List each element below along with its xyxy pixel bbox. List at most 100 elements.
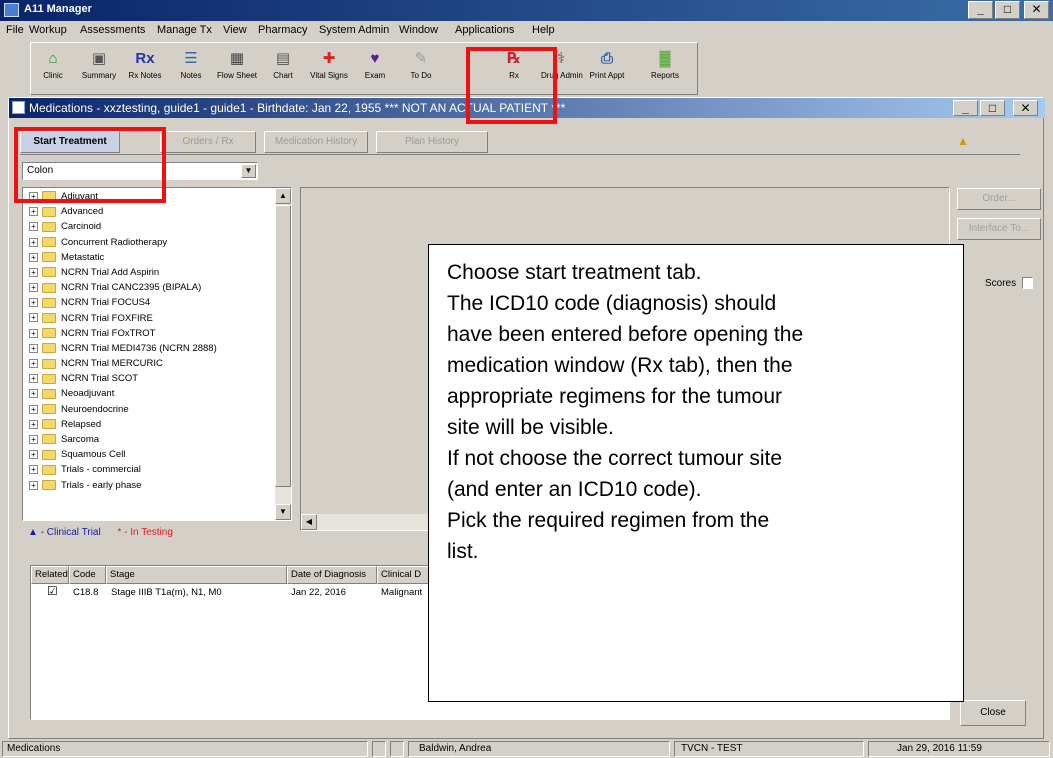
expand-icon[interactable]: + — [29, 222, 38, 232]
grid-header-date[interactable]: Date of Diagnosis — [287, 566, 377, 584]
expand-icon[interactable]: + — [29, 465, 38, 475]
close-button[interactable]: Close — [960, 700, 1026, 726]
expand-icon[interactable]: + — [29, 419, 38, 429]
tree-legend: ▲ - Clinical Trial * - In Testing — [28, 527, 173, 538]
expand-icon[interactable]: + — [29, 298, 38, 308]
toolbar-notes-button[interactable]: ☰ Notes — [171, 49, 211, 80]
tree-item-label: NCRN Trial CANC2395 (BIPALA) — [61, 282, 202, 294]
menu-workup[interactable]: Workup — [29, 24, 67, 36]
expand-icon[interactable]: + — [29, 404, 38, 414]
toolbar-flow-sheet-button[interactable]: ▦ Flow Sheet — [217, 49, 257, 80]
tree-item[interactable]: + NCRN Trial Add Aspirin — [23, 265, 277, 280]
todo-icon: ✎ — [414, 50, 428, 67]
expand-icon[interactable]: + — [29, 389, 38, 399]
med-minimize-button[interactable]: _ — [953, 100, 978, 116]
tree-item[interactable]: + NCRN Trial MEDI4736 (NCRN 2888) — [23, 341, 277, 356]
toolbar-reports-button[interactable]: ▓ Reports — [645, 49, 685, 80]
scroll-thumb[interactable] — [275, 205, 291, 487]
med-maximize-button[interactable]: □ — [980, 100, 1005, 116]
expand-icon[interactable]: + — [29, 237, 38, 247]
tree-scrollbar[interactable]: ▲ ▼ — [275, 188, 291, 520]
tree-item[interactable]: + Neoadjuvant — [23, 386, 277, 401]
grid-header-related[interactable]: Related — [31, 566, 69, 584]
folder-icon — [42, 312, 56, 323]
tree-item[interactable]: + NCRN Trial SCOT — [23, 371, 277, 386]
expand-icon[interactable]: + — [29, 207, 38, 217]
menu-window[interactable]: Window — [399, 24, 438, 36]
menu-assessments[interactable]: Assessments — [80, 24, 145, 36]
tree-item-label: NCRN Trial Add Aspirin — [61, 266, 160, 278]
maximize-button[interactable]: □ — [995, 1, 1020, 19]
expand-icon[interactable]: + — [29, 359, 38, 369]
tree-item-label: NCRN Trial FOxTROT — [61, 327, 156, 339]
grid-header-code[interactable]: Code — [69, 566, 106, 584]
scroll-down-icon[interactable]: ▼ — [275, 504, 291, 520]
scroll-up-icon[interactable]: ▲ — [275, 188, 291, 204]
tree-item-label: NCRN Trial FOCUS4 — [61, 297, 151, 309]
tree-item[interactable]: + Concurrent Radiotherapy — [23, 235, 277, 250]
menu-pharmacy[interactable]: Pharmacy — [258, 24, 308, 36]
toolbar-print-appt-button[interactable]: ⎙ Print Appt — [587, 49, 627, 80]
tree-item[interactable]: + Relapsed — [23, 417, 277, 432]
chevron-down-icon[interactable]: ▼ — [241, 164, 256, 178]
expand-icon[interactable]: + — [29, 328, 38, 338]
minimize-button[interactable]: _ — [968, 1, 993, 19]
close-window-button[interactable]: ✕ — [1024, 1, 1049, 19]
menu-system-admin[interactable]: System Admin — [319, 24, 389, 36]
toolbar-todo-button[interactable]: ✎ To Do — [401, 49, 441, 80]
tree-item[interactable]: + Metastatic — [23, 250, 277, 265]
regimen-tree[interactable]: + Adjuvant + Advanced + Carcinoid + Concurrent … — [22, 187, 292, 521]
scores-label: Scores — [985, 278, 1017, 289]
toolbar-vital-signs-button[interactable]: ✚ Vital Signs — [309, 49, 349, 80]
expand-icon[interactable]: + — [29, 283, 38, 293]
expand-icon[interactable]: + — [29, 480, 38, 490]
menu-help[interactable]: Help — [532, 24, 555, 36]
toolbar-summary-button[interactable]: ▣ Summary — [79, 49, 119, 80]
folder-icon — [42, 328, 56, 339]
tab-medication-history[interactable]: Medication History — [264, 131, 368, 153]
tree-item[interactable]: + Trials - commercial — [23, 462, 277, 477]
tree-item-label: Neuroendocrine — [61, 403, 129, 415]
status-blank-1 — [372, 741, 386, 757]
folder-icon — [42, 388, 56, 399]
tree-item[interactable]: + Neuroendocrine — [23, 402, 277, 417]
toolbar-clinic-button[interactable]: ⌂ Clinic — [33, 49, 73, 80]
tab-plan-history[interactable]: Plan History — [376, 131, 488, 153]
toolbar-rx-notes-button[interactable]: Rx Rx Notes — [125, 49, 165, 80]
tree-item[interactable]: + Advanced — [23, 204, 277, 219]
menu-view[interactable]: View — [223, 24, 247, 36]
expand-icon[interactable]: + — [29, 343, 38, 353]
toolbar-chart-button[interactable]: ▤ Chart — [263, 49, 303, 80]
menu-applications[interactable]: Applications — [455, 24, 514, 36]
diagnosis-stage: Stage IIIB T1a(m), N1, M0 — [111, 587, 222, 598]
tree-item[interactable]: + NCRN Trial MERCURIC — [23, 356, 277, 371]
menu-manage-tx[interactable]: Manage Tx — [157, 24, 212, 36]
tree-item[interactable]: + NCRN Trial FOxTROT — [23, 326, 277, 341]
expand-icon[interactable]: + — [29, 252, 38, 262]
tree-item[interactable]: + NCRN Trial CANC2395 (BIPALA) — [23, 280, 277, 295]
tree-item[interactable]: + NCRN Trial FOXFIRE — [23, 311, 277, 326]
expand-icon[interactable]: + — [29, 434, 38, 444]
tree-item-label: NCRN Trial SCOT — [61, 373, 139, 385]
expand-icon[interactable]: + — [29, 374, 38, 384]
tree-item[interactable]: + Trials - early phase — [23, 478, 277, 493]
warning-icon: ▲ — [957, 134, 969, 148]
menu-file[interactable]: File — [6, 24, 24, 36]
tree-item[interactable]: + Carcinoid — [23, 219, 277, 234]
med-close-button[interactable]: ✕ — [1013, 100, 1038, 116]
tree-item[interactable]: + Sarcoma — [23, 432, 277, 447]
expand-icon[interactable]: + — [29, 450, 38, 460]
scroll-left-icon[interactable]: ◀ — [301, 514, 317, 530]
tree-item[interactable]: + Squamous Cell — [23, 447, 277, 462]
grid-header-stage[interactable]: Stage — [106, 566, 287, 584]
related-checkbox[interactable]: ☑ — [47, 584, 58, 598]
expand-icon[interactable]: + — [29, 313, 38, 323]
expand-icon[interactable]: + — [29, 267, 38, 277]
tree-item[interactable]: + NCRN Trial FOCUS4 — [23, 295, 277, 310]
interface-to-button[interactable]: Interface To... — [957, 218, 1041, 240]
toolbar-exam-button[interactable]: ♥ Exam — [355, 49, 395, 80]
scores-checkbox[interactable] — [1022, 277, 1033, 289]
order-button[interactable]: Order... — [957, 188, 1041, 210]
tab-orders-rx[interactable]: Orders / Rx — [160, 131, 256, 153]
callout-line: If not choose the correct tumour site — [447, 447, 782, 470]
